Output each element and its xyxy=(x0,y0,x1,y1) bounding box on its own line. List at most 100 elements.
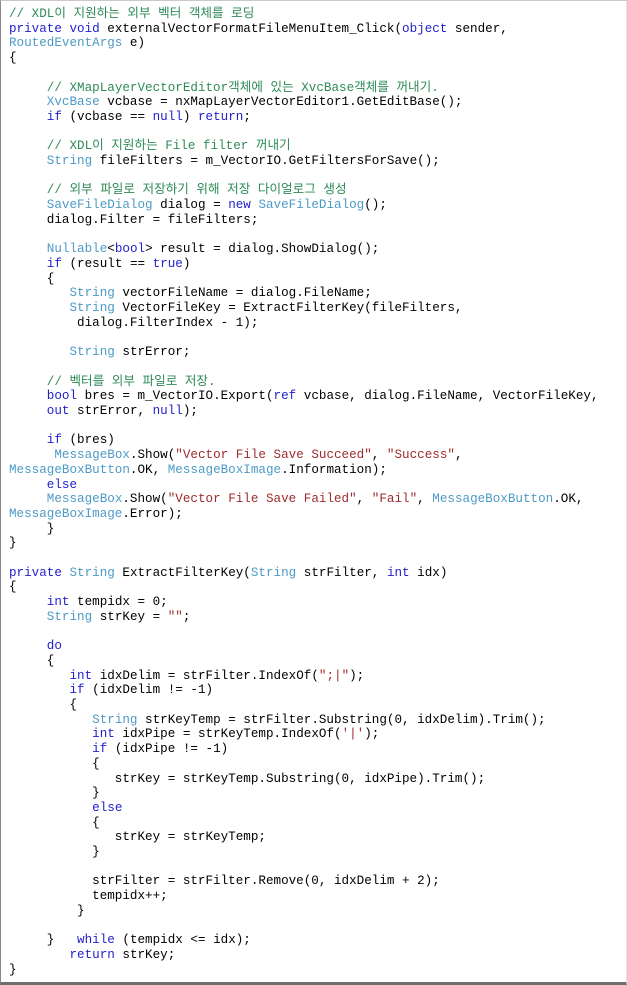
token-kw: int xyxy=(386,565,410,580)
code-line: if (idxPipe != -1) xyxy=(92,742,229,757)
token-typ: MessageBoxButton xyxy=(432,492,554,507)
token-typ: String xyxy=(69,345,115,360)
code-line: } xyxy=(9,521,55,536)
token-cmt: // XMapLayerVectorEditor객체에 있는 XvcBase객체… xyxy=(46,80,439,95)
code-line: } xyxy=(9,536,17,551)
code-line: if (vcbase == null) return; xyxy=(46,109,251,124)
token-kw: void xyxy=(69,21,100,36)
token-typ: String xyxy=(92,712,138,727)
code-line: { xyxy=(9,698,78,713)
code-line: { xyxy=(9,271,55,286)
code-line: // XDL이 지원하는 외부 벡터 객체를 로딩 xyxy=(9,7,626,22)
code-line: SaveFileDialog dialog = new SaveFileDial… xyxy=(46,198,387,213)
code-line: String vectorFileName = dialog.FileName; xyxy=(69,286,372,301)
code-line: private void externalVectorFormatFileMen… xyxy=(9,21,508,36)
code-line: { xyxy=(9,51,17,66)
token-kw: ref xyxy=(273,389,297,404)
code-line: strFilter = strFilter.Remove(0, idxDelim… xyxy=(9,874,440,889)
token-str: "Success" xyxy=(386,448,455,463)
code-line: dialog.Filter = fileFilters; xyxy=(9,212,259,227)
token-kw: int xyxy=(92,727,115,742)
code-line: return strKey; xyxy=(69,948,176,962)
code-line: { xyxy=(9,653,55,668)
token-kw: private xyxy=(9,565,62,580)
token-typ: SaveFileDialog xyxy=(46,198,153,213)
token-kw: return xyxy=(69,948,115,962)
code-line: strKey = strKeyTemp; xyxy=(9,830,266,845)
code-line: { xyxy=(9,756,100,771)
code-line: { xyxy=(9,815,100,830)
code-line: dialog.FilterIndex - 1); xyxy=(9,315,259,330)
token-typ: MessageBoxImage xyxy=(9,506,123,521)
code-line: if (result == true) xyxy=(46,256,191,271)
code-line: MessageBox.Show("Vector File Save Succee… xyxy=(54,448,463,463)
token-cmt: // XDL이 지원하는 외부 벡터 객체를 로딩 xyxy=(9,7,255,21)
token-kw: int xyxy=(46,595,70,610)
token-kw: if xyxy=(46,109,62,124)
token-cmt: // 벡터를 외부 파일로 저장. xyxy=(46,374,216,389)
code-line: MessageBoxImage.Error); xyxy=(9,506,183,521)
code-block[interactable]: // XDL이 지원하는 외부 벡터 객체를 로딩 private void ex… xyxy=(9,7,626,977)
token-kw: private xyxy=(9,21,62,36)
token-kw: return xyxy=(197,109,244,124)
code-line: bool bres = m_VectorIO.Export(ref vcbase… xyxy=(46,389,599,404)
token-str: "" xyxy=(167,609,183,624)
token-typ: String xyxy=(46,609,93,624)
code-line: } xyxy=(9,903,85,918)
token-typ: Nullable xyxy=(46,242,108,257)
token-cmt: // XDL이 지원하는 File filter 꺼내기 xyxy=(46,139,291,154)
code-line: String VectorFileKey = ExtractFilterKey(… xyxy=(69,301,463,316)
code-line: // XDL이 지원하는 File filter 꺼내기 xyxy=(9,139,626,154)
token-kw: object xyxy=(402,21,448,36)
token-kw: while xyxy=(77,933,115,948)
token-str: "Vector File Save Failed" xyxy=(167,492,357,507)
token-str: "Vector File Save Succeed" xyxy=(175,448,372,463)
token-typ: String xyxy=(69,286,115,301)
token-kw: new xyxy=(228,198,251,213)
token-kw: if xyxy=(92,742,108,757)
code-line: } xyxy=(9,962,17,977)
code-line: if (idxDelim != -1) xyxy=(69,683,214,698)
code-line: if (bres) xyxy=(46,433,115,448)
token-cmt: // 외부 파일로 저장하기 위해 저장 다이얼로그 생성 xyxy=(46,183,347,198)
token-kw: bool xyxy=(46,389,78,404)
code-line: String strKeyTemp = strFilter.Substring(… xyxy=(92,712,546,727)
token-kw: else xyxy=(92,800,123,815)
code-line: out strError, null); xyxy=(46,403,198,418)
code-line: else xyxy=(9,478,626,493)
token-kw: true xyxy=(152,256,183,271)
token-kw: if xyxy=(46,433,62,448)
code-line: String strError; xyxy=(69,345,191,360)
code-line: { xyxy=(9,580,17,595)
token-str: "Fail" xyxy=(371,492,418,507)
token-typ: MessageBoxButton xyxy=(9,462,130,477)
token-str: ";|" xyxy=(318,668,350,683)
code-line: // 외부 파일로 저장하기 위해 저장 다이얼로그 생성 xyxy=(9,183,626,198)
token-typ: String xyxy=(69,301,115,316)
code-line: // 벡터를 외부 파일로 저장. xyxy=(9,375,626,390)
code-line: int idxDelim = strFilter.IndexOf(";|"); xyxy=(69,668,365,683)
token-kw: null xyxy=(152,403,183,418)
code-line: MessageBoxButton.OK, MessageBoxImage.Inf… xyxy=(9,462,387,477)
token-kw: out xyxy=(46,403,70,418)
code-line: else xyxy=(9,801,626,816)
code-line: int tempidx = 0; xyxy=(46,595,168,610)
code-line: } xyxy=(9,786,100,801)
code-line: tempidx++; xyxy=(9,889,168,904)
token-kw: if xyxy=(46,256,62,271)
token-kw: null xyxy=(152,109,183,124)
code-line: XvcBase vcbase = nxMapLayerVectorEditor1… xyxy=(46,95,463,110)
token-typ: String xyxy=(69,565,115,580)
code-line: String strKey = ""; xyxy=(46,609,191,624)
code-line: MessageBox.Show("Vector File Save Failed… xyxy=(46,492,584,507)
token-typ: MessageBox xyxy=(54,448,130,463)
